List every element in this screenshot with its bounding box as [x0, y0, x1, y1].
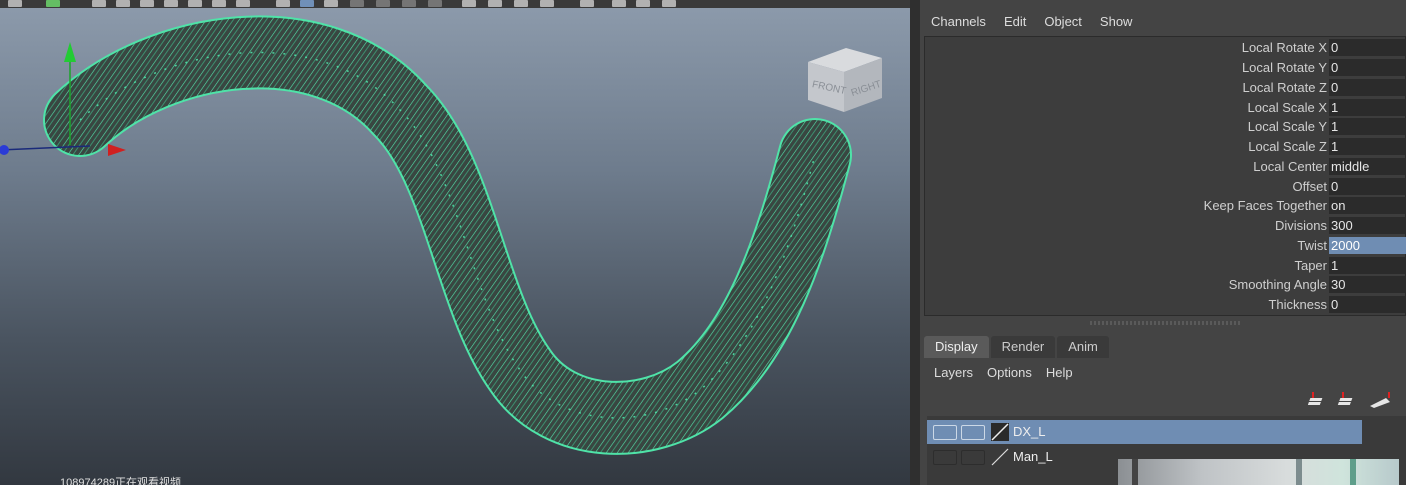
panel-split-handle[interactable] — [1090, 321, 1240, 325]
attr-value-field[interactable]: 0 — [1329, 296, 1406, 313]
attr-value-field[interactable]: 30 — [1329, 276, 1406, 293]
menu-layers[interactable]: Layers — [920, 365, 980, 380]
layer-row-dx-l[interactable]: DX_L — [927, 420, 1362, 444]
layer-visibility-toggle[interactable] — [933, 450, 957, 465]
x-axis-handle — [108, 144, 126, 156]
attr-value-field[interactable]: 1 — [1329, 138, 1406, 155]
attr-value-field[interactable]: 0 — [1329, 79, 1406, 96]
tab-anim[interactable]: Anim — [1057, 336, 1109, 358]
attr-row-local-rotate-y[interactable]: Local Rotate Y0 — [925, 58, 1406, 77]
attr-value-field-selected[interactable]: 2000 — [1329, 237, 1406, 254]
attr-label: Taper — [1294, 258, 1327, 273]
attr-row-offset[interactable]: Offset 0 — [925, 177, 1406, 196]
layer-editor-menu-bar: Layers Options Help — [920, 360, 1080, 384]
attr-label: Local Rotate X — [1241, 40, 1327, 55]
3d-viewport[interactable]: FRONT RIGHT 108974289正在观看视频 — [0, 0, 910, 485]
attr-row-local-center[interactable]: Local Center middle — [925, 157, 1406, 176]
attr-row-divisions[interactable]: Divisions 300 — [925, 216, 1406, 235]
tab-display[interactable]: Display — [924, 336, 989, 358]
thumbnail-detail — [1132, 459, 1138, 485]
attr-label: Thickness — [1268, 297, 1327, 312]
new-layer-empty-icon[interactable] — [1308, 392, 1323, 405]
attr-row-local-scale-y[interactable]: Local Scale Y1 — [925, 117, 1406, 136]
attr-row-twist[interactable]: Twist 2000 — [925, 236, 1406, 255]
z-axis-handle — [0, 145, 9, 155]
attr-label: Offset — [1292, 179, 1327, 194]
attr-row-smoothing-angle[interactable]: Smoothing Angle 30 — [925, 275, 1406, 294]
menu-options[interactable]: Options — [980, 365, 1039, 380]
tab-render[interactable]: Render — [990, 336, 1056, 358]
layer-color-swatch[interactable] — [991, 448, 1009, 466]
attr-label: Smoothing Angle — [1228, 277, 1327, 292]
attr-value-field[interactable]: 0 — [1329, 59, 1406, 76]
new-layer-selected-icon[interactable] — [1337, 392, 1353, 405]
add-to-layer-icon[interactable] — [1370, 392, 1390, 408]
attr-value-field[interactable]: 1 — [1329, 257, 1406, 274]
rope-body — [43, 15, 852, 455]
attr-label: Local Scale Z — [1248, 139, 1327, 154]
attr-label: Divisions — [1274, 218, 1327, 233]
attr-row-local-rotate-x[interactable]: Local Rotate X0 — [925, 38, 1406, 57]
video-overlay-thumbnail — [1118, 459, 1399, 485]
attr-row-local-scale-z[interactable]: Local Scale Z1 — [925, 137, 1406, 156]
attr-row-taper[interactable]: Taper 1 — [925, 256, 1406, 275]
menu-edit[interactable]: Edit — [995, 14, 1035, 29]
attr-value-field[interactable]: 1 — [1329, 99, 1406, 116]
attr-label: Local Rotate Y — [1241, 60, 1327, 75]
y-axis-handle — [64, 42, 76, 62]
rope-wireframe-mesh[interactable] — [0, 0, 910, 485]
attr-value-field[interactable]: on — [1329, 197, 1406, 214]
attr-label: Local Scale X — [1247, 100, 1328, 115]
attr-row-thickness[interactable]: Thickness 0 — [925, 295, 1406, 314]
layer-editor-tabs: Display Render Anim — [924, 336, 1111, 358]
menu-show[interactable]: Show — [1091, 14, 1142, 29]
layer-toolbar — [1308, 392, 1390, 408]
menu-channels[interactable]: Channels — [920, 14, 995, 29]
thumbnail-detail — [1350, 459, 1356, 485]
layer-display-type-toggle[interactable] — [961, 450, 985, 465]
menu-object[interactable]: Object — [1035, 14, 1091, 29]
attr-value-field[interactable]: 300 — [1329, 217, 1406, 234]
layer-name[interactable]: DX_L — [1013, 424, 1046, 439]
channel-box: Local Rotate X0 Local Rotate Y0 Local Ro… — [924, 36, 1406, 316]
attr-row-local-rotate-z[interactable]: Local Rotate Z0 — [925, 78, 1406, 97]
attr-value-field[interactable]: middle — [1329, 158, 1406, 175]
right-panel: Channels Edit Object Show Local Rotate X… — [920, 0, 1406, 485]
layer-color-swatch[interactable] — [991, 423, 1009, 441]
layer-display-type-toggle[interactable] — [961, 425, 985, 440]
attr-row-keep-faces-together[interactable]: Keep Faces Together on — [925, 196, 1406, 215]
view-cube[interactable]: FRONT RIGHT — [804, 42, 886, 114]
panel-divider[interactable] — [910, 0, 920, 485]
thumbnail-detail — [1296, 459, 1302, 485]
attr-label: Local Center — [1253, 159, 1327, 174]
attr-value-field[interactable]: 0 — [1329, 178, 1406, 195]
layer-visibility-toggle[interactable] — [933, 425, 957, 440]
watermark-text: 108974289正在观看视频 — [60, 477, 182, 485]
attr-label: Local Rotate Z — [1242, 80, 1327, 95]
attr-label: Keep Faces Together — [1203, 198, 1327, 213]
channel-box-menu-bar: Channels Edit Object Show — [920, 8, 1406, 34]
attr-label: Twist — [1297, 238, 1327, 253]
attr-value-field[interactable]: 1 — [1329, 118, 1406, 135]
attr-value-field[interactable]: 0 — [1329, 39, 1406, 56]
menu-help[interactable]: Help — [1039, 365, 1080, 380]
layer-name[interactable]: Man_L — [1013, 449, 1053, 464]
attr-label: Local Scale Y — [1247, 119, 1327, 134]
attr-row-local-scale-x[interactable]: Local Scale X1 — [925, 98, 1406, 117]
